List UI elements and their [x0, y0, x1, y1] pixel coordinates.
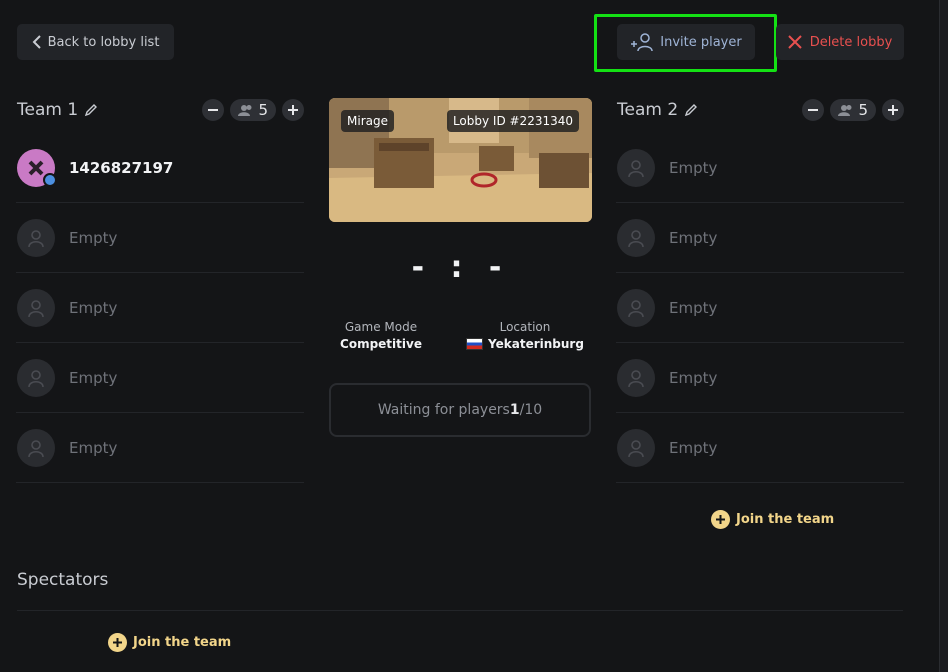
- empty-slot[interactable]: Empty: [16, 273, 304, 343]
- empty-slot[interactable]: Empty: [16, 413, 304, 483]
- user-placeholder-icon: [617, 218, 655, 257]
- russia-flag-icon: [466, 338, 484, 350]
- empty-slot[interactable]: Empty: [616, 133, 904, 203]
- waiting-prefix: Waiting for players: [377, 402, 510, 418]
- team1-header: Team 1 5: [17, 96, 304, 124]
- close-icon: [787, 35, 802, 49]
- team1-title: Team 1: [17, 100, 79, 120]
- user-placeholder-icon: [617, 358, 655, 397]
- team2-increase-button[interactable]: [882, 99, 904, 121]
- slot-label: Empty: [669, 228, 718, 247]
- user-placeholder-icon: [17, 358, 55, 397]
- slot-label: Empty: [669, 158, 718, 177]
- edit-pencil-icon[interactable]: [684, 103, 698, 117]
- delete-lobby-button[interactable]: Delete lobby: [776, 24, 904, 60]
- waiting-current: 1: [509, 402, 520, 418]
- back-to-lobby-list-button[interactable]: Back to lobby list: [17, 24, 174, 60]
- lobby-id-tag: Lobby ID #2231340: [446, 110, 579, 132]
- team2-slot-list: Empty Empty Empty Empty Empty: [616, 133, 904, 483]
- player-name: 1426827197: [69, 158, 174, 177]
- scrollbar[interactable]: [939, 0, 948, 672]
- team2-size-badge: 5: [830, 99, 876, 121]
- user-placeholder-icon: [17, 288, 55, 327]
- location-info: Location Yekaterinburg: [460, 320, 590, 351]
- empty-slot[interactable]: Empty: [616, 343, 904, 413]
- team1-decrease-button[interactable]: [202, 99, 225, 121]
- waiting-total: /10: [519, 402, 543, 418]
- delete-label: Delete lobby: [809, 34, 893, 50]
- team2-decrease-button[interactable]: [802, 99, 825, 121]
- location-value: Yekaterinburg: [488, 337, 584, 351]
- empty-slot[interactable]: Empty: [16, 203, 304, 273]
- team2-title: Team 2: [617, 100, 679, 120]
- waiting-status: Waiting for players 1/10: [329, 383, 591, 437]
- spectators-join-button[interactable]: Join the team: [108, 633, 231, 652]
- add-user-icon: [630, 32, 654, 52]
- empty-slot[interactable]: Empty: [616, 203, 904, 273]
- edit-pencil-icon[interactable]: [84, 103, 98, 117]
- users-icon: [838, 104, 854, 116]
- user-placeholder-icon: [17, 428, 55, 467]
- game-mode-info: Game Mode Competitive: [316, 320, 446, 351]
- slot-label: Empty: [669, 368, 718, 387]
- game-mode-label: Game Mode: [344, 320, 418, 334]
- slot-label: Empty: [69, 228, 118, 247]
- users-icon: [238, 104, 254, 116]
- score: - : -: [411, 250, 510, 285]
- team1-slot-list: 1426827197 Empty Empty Empty Empty: [16, 133, 304, 483]
- user-placeholder-icon: [617, 148, 655, 187]
- user-placeholder-icon: [617, 428, 655, 467]
- team2-header: Team 2 5: [617, 96, 904, 124]
- team2-count: 5: [858, 101, 868, 119]
- slot-label: Empty: [69, 298, 118, 317]
- map-name-tag: Mirage: [341, 110, 394, 132]
- map-preview: Mirage Lobby ID #2231340: [329, 98, 592, 222]
- slot-label: Empty: [669, 438, 718, 457]
- team1-increase-button[interactable]: [282, 99, 304, 121]
- game-mode-value: Competitive: [340, 337, 422, 351]
- empty-slot[interactable]: Empty: [616, 273, 904, 343]
- join-label: Join the team: [736, 512, 835, 527]
- player-slot[interactable]: 1426827197: [16, 133, 304, 203]
- plus-icon: [108, 633, 127, 652]
- avatar: [17, 148, 57, 187]
- invite-label: Invite player: [660, 34, 742, 50]
- empty-slot[interactable]: Empty: [16, 343, 304, 413]
- divider: [17, 610, 903, 611]
- empty-slot[interactable]: Empty: [616, 413, 904, 483]
- team1-size-badge: 5: [230, 99, 276, 121]
- location-label: Location: [499, 320, 551, 334]
- slot-label: Empty: [69, 438, 118, 457]
- slot-label: Empty: [69, 368, 118, 387]
- plus-icon: [711, 510, 730, 529]
- user-placeholder-icon: [17, 218, 55, 257]
- online-status-dot: [43, 172, 57, 187]
- chevron-left-icon: [32, 35, 42, 49]
- spectators-title: Spectators: [17, 570, 109, 590]
- team2-join-button[interactable]: Join the team: [711, 510, 834, 529]
- back-label: Back to lobby list: [47, 34, 160, 50]
- slot-label: Empty: [669, 298, 718, 317]
- user-placeholder-icon: [617, 288, 655, 327]
- join-label: Join the team: [133, 635, 232, 650]
- team1-count: 5: [258, 101, 268, 119]
- invite-player-button[interactable]: Invite player: [617, 24, 755, 60]
